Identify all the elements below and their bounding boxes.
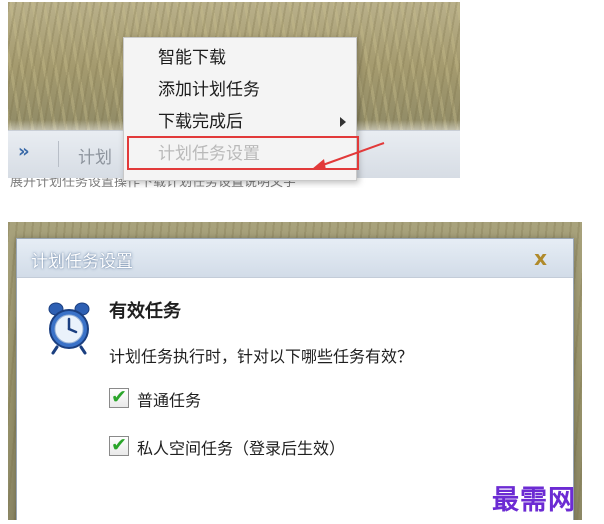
bottom-screenshot-panel: 计划任务设置 x 有效任务 计划任务执行时，针对以下哪些任务有效？ ✔ 普通任务… (8, 222, 582, 520)
close-button[interactable]: x (534, 245, 547, 271)
taskbar-separator (58, 141, 59, 167)
private-space-tasks-checkbox[interactable]: ✔ (109, 434, 129, 456)
menu-item-label: 添加计划任务 (158, 80, 260, 100)
normal-tasks-checkbox[interactable]: ✔ (109, 386, 129, 408)
section-heading: 有效任务 (109, 301, 181, 322)
dialog-titlebar[interactable]: 计划任务设置 x (17, 239, 573, 278)
top-screenshot-panel: » 计划 展开计划任务设置操作下载计划任务设置说明文字 智能下载 添加计划任务 … (8, 2, 460, 188)
site-watermark: 最需网 (492, 485, 576, 516)
alarm-clock-icon (48, 302, 90, 355)
menu-item-smart-download[interactable]: 智能下载 (124, 44, 356, 72)
scheduled-task-settings-dialog: 计划任务设置 x 有效任务 计划任务执行时，针对以下哪些任务有效？ ✔ 普通任务… (16, 238, 574, 520)
expand-chevrons-icon[interactable]: » (18, 141, 30, 162)
submenu-arrow-icon (340, 117, 346, 127)
section-description: 计划任务执行时，针对以下哪些任务有效？ (109, 347, 414, 366)
menu-item-label: 下载完成后 (158, 112, 243, 132)
taskbar-label[interactable]: 计划 (78, 143, 112, 168)
checkmark-icon: ✔ (111, 434, 127, 456)
menu-item-add-scheduled-task[interactable]: 添加计划任务 (124, 76, 356, 104)
menu-item-after-download[interactable]: 下载完成后 (124, 108, 356, 136)
menu-item-label: 智能下载 (158, 48, 226, 68)
checkmark-icon: ✔ (111, 386, 127, 408)
option-label: 普通任务 (137, 391, 202, 410)
annotation-arrow-icon (312, 142, 385, 170)
option-label: 私人空间任务（登录后生效） (137, 439, 346, 458)
dialog-title: 计划任务设置 (31, 252, 133, 272)
